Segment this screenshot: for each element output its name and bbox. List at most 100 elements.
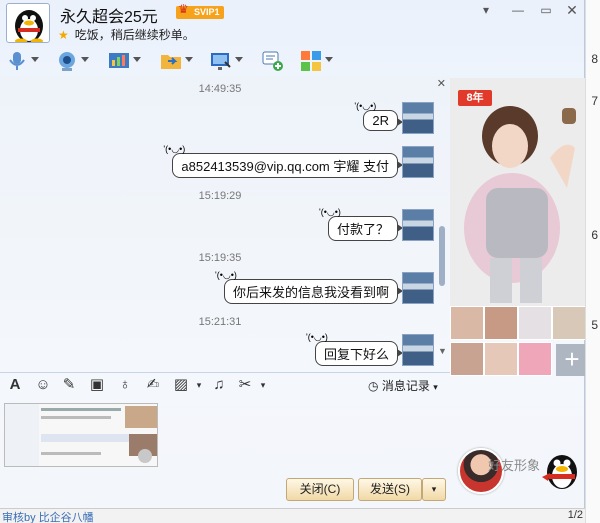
background-number: 7 [591,94,598,108]
close-button[interactable]: 关闭(C) [286,478,354,501]
emoticon-icon: '(•◡•) [354,101,377,111]
qq-age-badge[interactable]: 8年 [458,90,492,106]
penguin-icon [15,10,43,42]
menu-arrow-icon[interactable]: ▾ [476,2,496,18]
monitor-icon [211,53,231,70]
clock-icon: ◷ [368,379,379,393]
scroll-down-icon[interactable]: ▼ [438,346,447,356]
chat-toolbar [0,46,450,76]
emoticon-icon: '(•◡•) [305,332,328,342]
background-number: 6 [591,228,598,242]
image-icon[interactable]: ▨ [172,377,190,393]
dropdown-arrow-icon[interactable]: ▾ [190,377,208,393]
history-label: 消息记录 [381,379,430,393]
penguin-mascot[interactable] [540,447,582,493]
chat-scrollbar[interactable]: ▼ [438,96,447,356]
dropdown-arrow-icon[interactable] [81,57,89,62]
dropdown-arrow-icon[interactable] [31,57,39,62]
background-window-edge: 8 7 6 5 [585,0,600,523]
star-icon: ★ [58,28,69,42]
message-input[interactable] [0,398,450,474]
photo-thumbnail[interactable] [450,306,484,340]
pasted-screenshot[interactable] [4,403,158,467]
contact-avatar[interactable] [6,3,50,43]
message-text: a852413539@vip.qq.com 宇耀 支付 [181,159,389,174]
background-number: 5 [591,318,598,332]
sender-avatar[interactable] [402,334,434,366]
message-text: 2R [372,113,389,128]
message-timestamp: 15:21:31 [198,316,242,328]
smiley-icon[interactable]: ☺ [34,377,52,393]
chat-window: 永久超会25元 ♛ SVIP1 ★ 吃饭，稍后继续秒单。 ▾ — ▭ ✕ ✕ 1… [0,0,588,508]
message-text: 回复下好么 [323,347,389,362]
photo-thumbnail[interactable] [552,306,586,340]
vip-badge-label: SVIP1 [194,7,220,17]
message-text: 付款了？ [336,222,389,237]
message-bubble[interactable]: '(•◡•) 付款了？ [319,207,403,241]
message-bubble[interactable]: '(•◡•) 2R [354,101,403,131]
page-counter: 1/2 [567,509,583,521]
scissors-icon[interactable]: ✂ [236,377,254,393]
photo-thumbnail[interactable] [484,342,518,376]
status-message: ★ 吃饭，稍后继续秒单。 [58,26,195,43]
dropdown-arrow-icon[interactable] [235,57,243,62]
emoticon-icon: '(•◡•) [318,207,341,217]
background-bottom-bar: 审核by 比企谷八幡 1/2 [0,508,585,523]
add-photo-button[interactable]: + [556,344,588,376]
profile-photo[interactable] [450,78,585,306]
photo-thumbnail[interactable] [484,306,518,340]
photo-thumbnail[interactable] [518,342,552,376]
microphone-icon [9,52,25,70]
sender-avatar[interactable] [402,209,434,241]
video-clip-icon[interactable]: ▣ [88,377,106,393]
apps-grid-icon [301,51,321,71]
chat-add-icon [262,51,283,71]
message-bubble[interactable]: '(•◡•) 你后来发的信息我没看到啊 [215,270,403,304]
contact-name[interactable]: 永久超会25元 [60,3,158,27]
edit-icon[interactable]: ✍ [144,377,162,393]
sender-avatar[interactable] [402,272,434,304]
voice-message-icon[interactable]: ♁ [116,377,134,393]
dropdown-arrow-icon[interactable] [325,57,333,62]
send-options-button[interactable]: ▾ [422,478,446,501]
message-text: 你后来发的信息我没看到啊 [232,285,389,300]
input-toolbar: A ☺ ✎ ▣ ♁ ✍ ▨ ▾ ♫ ✂ ▾ ◷ 消息记录 ▾ [0,372,450,396]
dropdown-arrow-icon[interactable] [185,57,193,62]
sender-avatar[interactable] [402,102,434,134]
font-icon[interactable]: A [6,377,24,393]
dropdown-arrow-icon: ▾ [433,382,438,392]
dropdown-arrow-icon[interactable]: ▾ [254,377,272,393]
send-button[interactable]: 发送(S) [358,478,422,501]
maximize-icon[interactable]: ▭ [536,2,556,18]
friend-show-label[interactable]: 好友形象 [488,455,540,474]
dropdown-arrow-icon[interactable] [133,57,141,62]
background-number: 8 [591,52,598,66]
message-bubble[interactable]: '(•◡•) a852413539@vip.qq.com 宇耀 支付 [163,144,403,178]
message-timestamp: 14:49:35 [198,83,242,95]
emoticon-icon: '(•◡•) [214,270,237,280]
vip-badge[interactable]: ♛ SVIP1 [176,2,224,19]
message-history[interactable]: ✕ 14:49:35 '(•◡•) 2R '(•◡•) a852413539@vip… [0,76,450,366]
screenshot-thumbnail [5,404,157,466]
sender-avatar[interactable] [402,146,434,178]
music-icon[interactable]: ♫ [210,377,228,393]
scrollbar-thumb[interactable] [439,226,445,286]
message-timestamp: 15:19:29 [198,190,242,202]
message-timestamp: 15:19:35 [198,252,242,264]
magic-wand-icon[interactable]: ✎ [60,377,78,393]
folder-icon [161,55,181,69]
message-bubble[interactable]: '(•◡•) 回复下好么 [306,332,403,366]
photo-thumbnail[interactable] [518,306,552,340]
penguin-icon [542,455,577,489]
status-text: 吃饭，稍后继续秒单。 [74,28,195,42]
close-icon[interactable]: ✕ [562,2,582,18]
minimize-icon[interactable]: — [508,2,528,18]
webcam-icon [59,52,75,71]
bottom-credit-text: 审核by 比企谷八幡 [2,512,94,523]
crown-icon: ♛ [178,2,189,16]
message-history-button[interactable]: ◷ 消息记录 ▾ [368,377,438,394]
emoticon-icon: '(•◡•) [163,144,186,154]
chart-board-icon [109,53,129,68]
profile-photo-image [450,78,585,306]
photo-thumbnail[interactable] [450,342,484,376]
